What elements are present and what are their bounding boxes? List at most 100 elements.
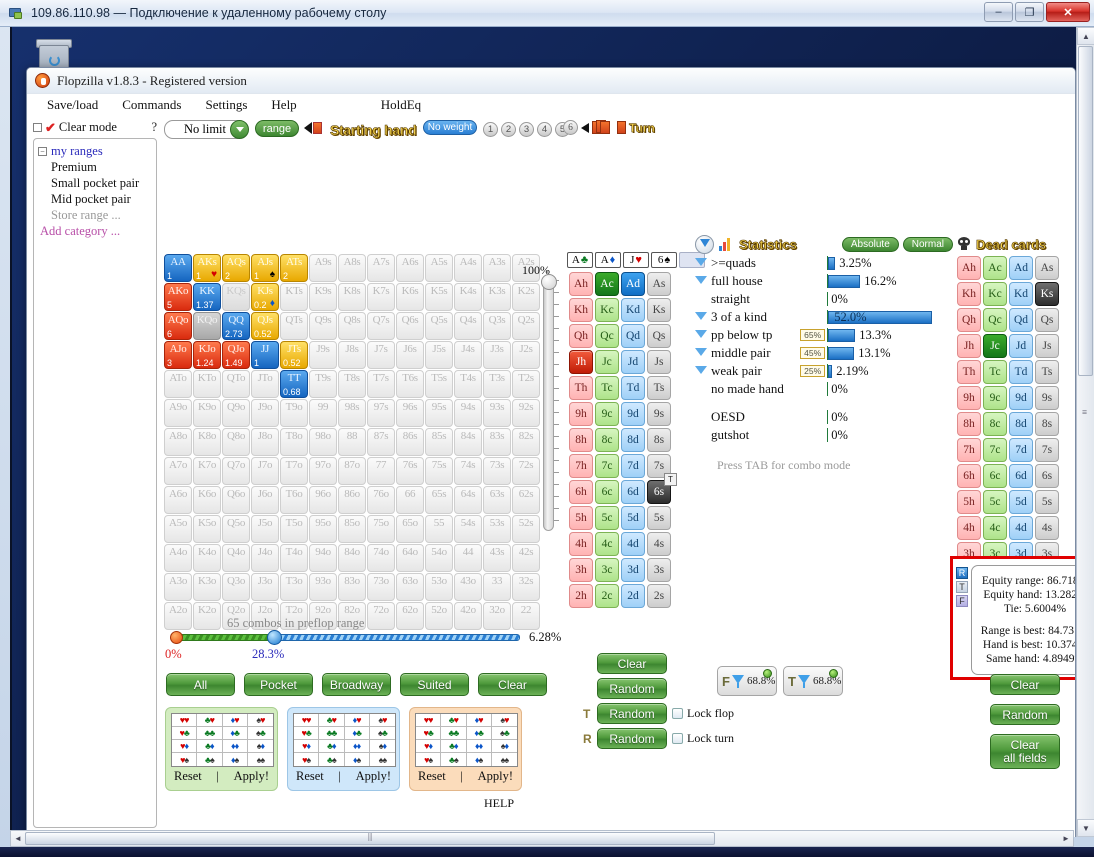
- dead-card-9s[interactable]: 9s: [1035, 386, 1059, 410]
- board-pick-Kc[interactable]: Kc: [595, 298, 619, 322]
- scroll-right-icon[interactable]: ►: [1059, 831, 1073, 846]
- hand-cell-64s[interactable]: 64s: [454, 486, 482, 514]
- menu-commands[interactable]: Commands: [122, 97, 181, 113]
- category-my-ranges[interactable]: − my ranges: [38, 143, 152, 159]
- hand-cell-66[interactable]: 66: [396, 486, 424, 514]
- board-pick-3c[interactable]: 3c: [595, 558, 619, 582]
- dead-card-Td[interactable]: Td: [1009, 360, 1033, 384]
- dead-card-4s[interactable]: 4s: [1035, 516, 1059, 540]
- dead-card-7c[interactable]: 7c: [983, 438, 1007, 462]
- suit-grid[interactable]: ♥ ♥ ♣ ♥ ♦ ♥ ♠ ♥ ♥ ♣ ♣ ♣ ♦ ♣ ♠ ♣ ♥ ♦ ♣ ♦ ♦ ♦ ♠ ♦ ♥ ♠ ♣ ♠ ♦ ♠ ♠ ♠: [293, 713, 396, 767]
- board-pick-Ah[interactable]: Ah: [569, 272, 593, 296]
- tab-river[interactable]: R: [956, 567, 968, 579]
- dead-card-9d[interactable]: 9d: [1009, 386, 1033, 410]
- rdp-vertical-scrollbar[interactable]: ▲ ≡ ▼: [1076, 27, 1094, 837]
- hand-cell-J8s[interactable]: J8s: [338, 341, 366, 369]
- hand-cell-JTs[interactable]: JTs 0.52: [280, 341, 308, 369]
- board-pick-5c[interactable]: 5c: [595, 506, 619, 530]
- hand-cell-K8o[interactable]: K8o: [193, 428, 221, 456]
- suit-reset-button[interactable]: Reset: [174, 769, 202, 784]
- suit-combo-cell[interactable]: ♠ ♦: [247, 740, 273, 753]
- filter-funnel-icon[interactable]: [695, 234, 714, 254]
- stat-threshold[interactable]: 25%: [800, 365, 826, 377]
- hand-cell-93s[interactable]: 93s: [483, 399, 511, 427]
- suit-combo-cell[interactable]: ♦ ♠: [345, 753, 370, 766]
- weight-button-3[interactable]: 3: [519, 122, 534, 137]
- tab-flop[interactable]: F: [956, 595, 968, 607]
- slider-handle-high[interactable]: [267, 630, 282, 645]
- hand-cell-75s[interactable]: 75s: [425, 457, 453, 485]
- hand-cell-T2s[interactable]: T2s: [512, 370, 540, 398]
- board-pick-6h[interactable]: 6h: [569, 480, 593, 504]
- hand-cell-95s[interactable]: 95s: [425, 399, 453, 427]
- hand-cell-QTo[interactable]: QTo: [222, 370, 250, 398]
- hand-cell-A8o[interactable]: A8o: [164, 428, 192, 456]
- help-label[interactable]: HELP: [484, 796, 514, 811]
- suit-combo-cell[interactable]: ♥ ♠: [416, 753, 442, 766]
- dead-card-7s[interactable]: 7s: [1035, 438, 1059, 462]
- board-pick-9c[interactable]: 9c: [595, 402, 619, 426]
- board-pick-5h[interactable]: 5h: [569, 506, 593, 530]
- hand-cell-KTo[interactable]: KTo: [193, 370, 221, 398]
- suit-combo-cell[interactable]: ♥ ♣: [172, 727, 198, 740]
- board-pick-8s[interactable]: 8s: [647, 428, 671, 452]
- hand-cell-75o[interactable]: 75o: [367, 515, 395, 543]
- hand-cell-92s[interactable]: 92s: [512, 399, 540, 427]
- dead-card-5d[interactable]: 5d: [1009, 490, 1033, 514]
- board-pick-8d[interactable]: 8d: [621, 428, 645, 452]
- category-add-category[interactable]: Add category ...: [38, 223, 152, 239]
- board-pick-4c[interactable]: 4c: [595, 532, 619, 556]
- filter-funnel-icon[interactable]: [695, 311, 707, 323]
- board-pick-5s[interactable]: 5s: [647, 506, 671, 530]
- hand-cell-KJs[interactable]: KJs 0.2 ♦: [251, 283, 279, 311]
- suit-combo-cell[interactable]: ♣ ♥: [197, 714, 223, 727]
- hand-cell-63o[interactable]: 63o: [396, 573, 424, 601]
- dead-card-Qd[interactable]: Qd: [1009, 308, 1033, 332]
- dead-card-Tc[interactable]: Tc: [983, 360, 1007, 384]
- hand-cell-QJs[interactable]: QJs 0.52: [251, 312, 279, 340]
- hand-cell-A6s[interactable]: A6s: [396, 254, 424, 282]
- board-pick-Kh[interactable]: Kh: [569, 298, 593, 322]
- suited-button[interactable]: Suited: [400, 673, 469, 696]
- board-pick-Qs[interactable]: Qs: [647, 324, 671, 348]
- scroll-thumb-horizontal[interactable]: [25, 832, 715, 845]
- hand-cell-K7o[interactable]: K7o: [193, 457, 221, 485]
- street-badge[interactable]: 6: [563, 120, 578, 135]
- hand-cell-Q3s[interactable]: Q3s: [483, 312, 511, 340]
- suit-combo-cell[interactable]: ♠ ♥: [491, 714, 517, 727]
- range-percent-slider[interactable]: [170, 630, 526, 645]
- hand-cell-K6o[interactable]: K6o: [193, 486, 221, 514]
- dead-card-8c[interactable]: 8c: [983, 412, 1007, 436]
- hand-cell-42s[interactable]: 42s: [512, 544, 540, 572]
- suit-combo-cell[interactable]: ♠ ♣: [491, 727, 517, 740]
- board-pick-7c[interactable]: 7c: [595, 454, 619, 478]
- suit-combo-cell[interactable]: ♠ ♠: [370, 753, 395, 766]
- hand-cell-Q3o[interactable]: Q3o: [222, 573, 250, 601]
- suit-combo-cell[interactable]: ♣ ♣: [319, 727, 345, 740]
- category-small-pocket-pair[interactable]: Small pocket pair: [38, 175, 152, 191]
- board-pick-9s[interactable]: 9s: [647, 402, 671, 426]
- hand-cell-T7o[interactable]: T7o: [280, 457, 308, 485]
- hand-cell-A5o[interactable]: A5o: [164, 515, 192, 543]
- board-pick-3h[interactable]: 3h: [569, 558, 593, 582]
- hand-cell-J5s[interactable]: J5s: [425, 341, 453, 369]
- hand-cell-K7s[interactable]: K7s: [367, 283, 395, 311]
- hand-cell-T3s[interactable]: T3s: [483, 370, 511, 398]
- hand-cell-77[interactable]: 77: [367, 457, 395, 485]
- board-pick-5d[interactable]: 5d: [621, 506, 645, 530]
- hand-cell-AQs[interactable]: AQs 2: [222, 254, 250, 282]
- dead-card-Qh[interactable]: Qh: [957, 308, 981, 332]
- hand-cell-J7s[interactable]: J7s: [367, 341, 395, 369]
- dead-card-8h[interactable]: 8h: [957, 412, 981, 436]
- board-pick-6d[interactable]: 6d: [621, 480, 645, 504]
- hand-cell-J6o[interactable]: J6o: [251, 486, 279, 514]
- board-pick-6s[interactable]: 6s T: [647, 473, 677, 504]
- hand-cell-A3s[interactable]: A3s: [483, 254, 511, 282]
- hand-cell-ATs[interactable]: ATs 2: [280, 254, 308, 282]
- hand-cell-Q8s[interactable]: Q8s: [338, 312, 366, 340]
- hand-cell-72s[interactable]: 72s: [512, 457, 540, 485]
- hand-cell-Q7o[interactable]: Q7o: [222, 457, 250, 485]
- hand-cell-AKo[interactable]: AKo 5: [164, 283, 192, 311]
- dead-card-Js[interactable]: Js: [1035, 334, 1059, 358]
- dead-card-4d[interactable]: 4d: [1009, 516, 1033, 540]
